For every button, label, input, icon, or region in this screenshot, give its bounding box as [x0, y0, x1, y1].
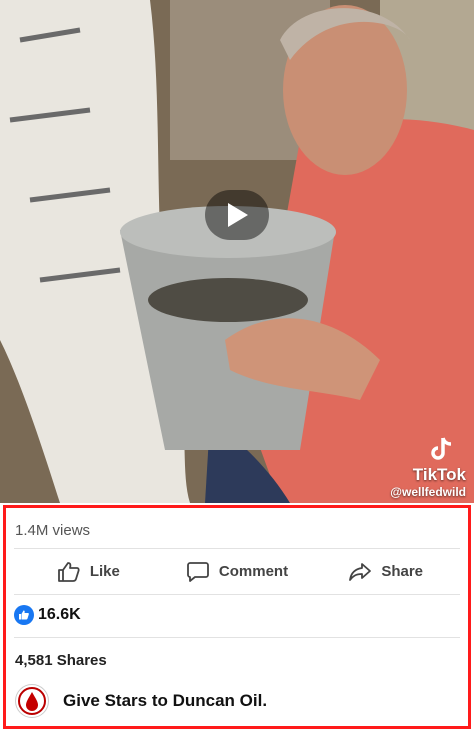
reaction-count: 16.6K	[38, 606, 81, 623]
like-label: Like	[89, 563, 120, 580]
thumbs-up-icon	[57, 561, 80, 582]
page-promo[interactable]: Give Stars to Duncan Oil.	[15, 684, 267, 718]
like-button[interactable]: Like	[14, 560, 163, 584]
tiktok-icon	[431, 437, 452, 460]
comment-button[interactable]: Comment	[163, 560, 312, 584]
share-button[interactable]: Share	[311, 560, 460, 584]
duncan-oil-logo	[15, 684, 49, 718]
share-count[interactable]: 4,581 Shares	[15, 652, 107, 669]
comment-label: Comment	[218, 563, 289, 580]
share-icon	[349, 562, 372, 581]
play-icon	[228, 203, 248, 227]
reaction-summary[interactable]: 16.6K	[14, 593, 460, 638]
view-count: 1.4M views	[15, 522, 91, 539]
tiktok-handle: @wellfedwild	[390, 485, 466, 499]
page-cta-text: Give Stars to Duncan Oil.	[63, 691, 268, 710]
video-frame	[0, 0, 474, 503]
like-reaction-icon	[14, 605, 34, 625]
play-button[interactable]	[205, 190, 269, 240]
share-label: Share	[381, 563, 424, 580]
comment-icon	[187, 561, 209, 582]
action-bar: Like Comment Share	[14, 548, 460, 595]
tiktok-brand: TikTok	[412, 465, 466, 484]
tiktok-watermark: TikTok @wellfedwild	[390, 435, 466, 499]
video-player[interactable]: TikTok @wellfedwild	[0, 0, 474, 503]
post-stats-panel: 1.4M views Like Comment Share 16.6K 4,58…	[3, 505, 471, 729]
